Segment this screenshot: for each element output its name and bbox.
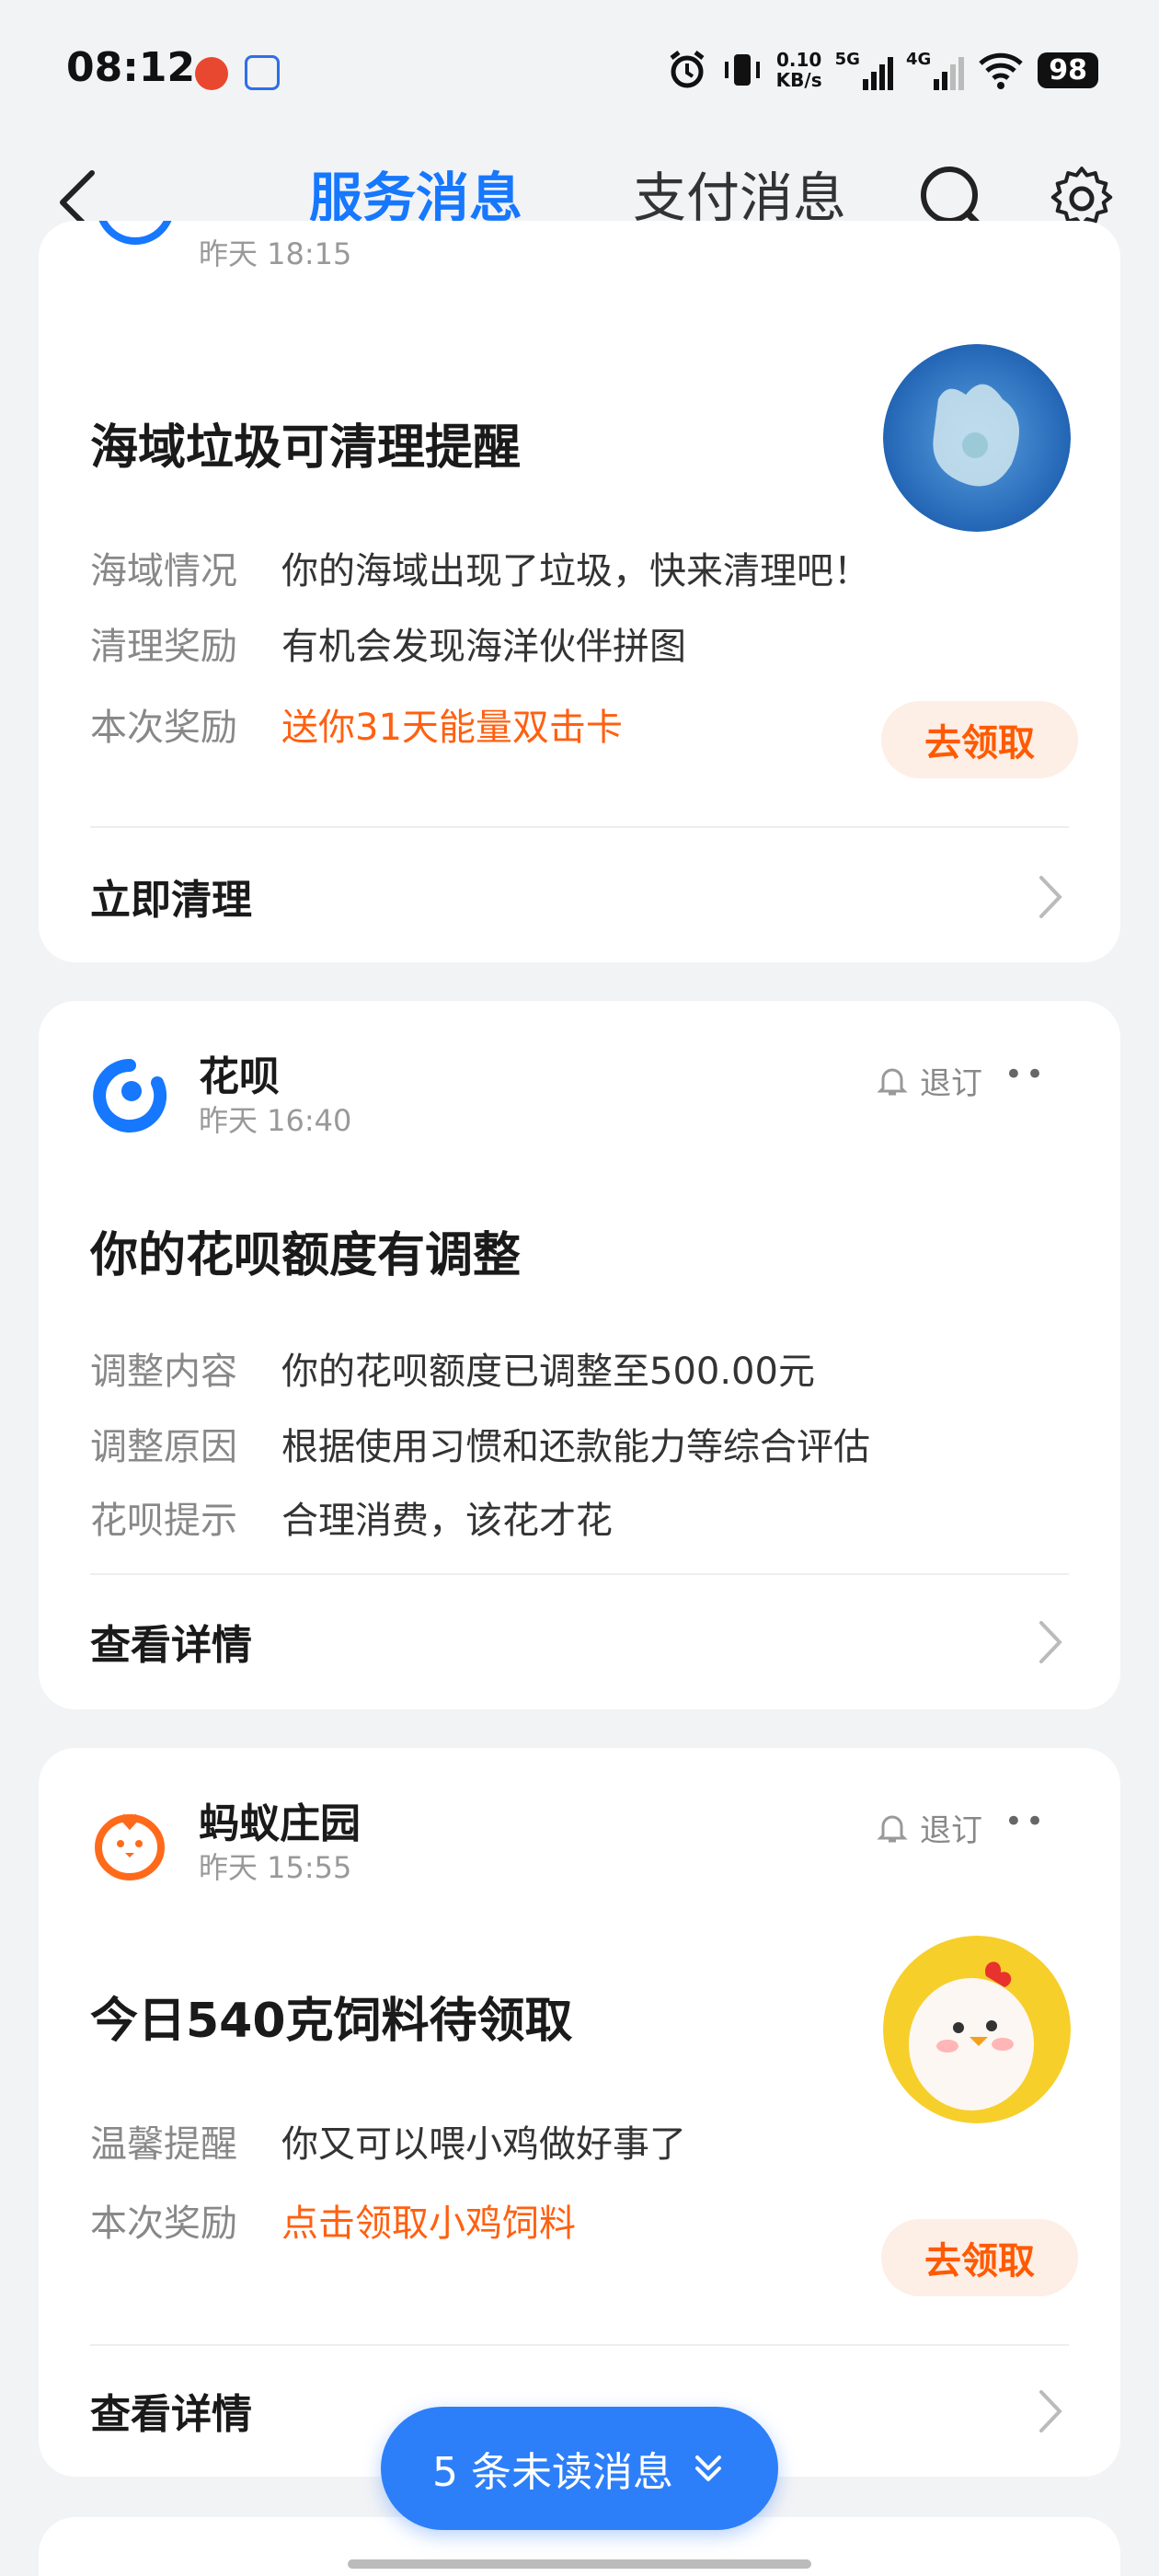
unread-messages-label: 5 条未读消息: [432, 2449, 673, 2496]
net-speed: 0.10 KB/s: [775, 49, 822, 91]
info-row: 本次奖励 点击领取小鸡饲料: [90, 2202, 576, 2245]
chevron-right-icon: [1039, 1621, 1062, 1663]
baidu-notification-icon: [245, 55, 280, 90]
claim-reward-button[interactable]: 去领取: [881, 701, 1078, 778]
view-details-link[interactable]: 查看详情: [90, 1612, 252, 1671]
divider: [90, 2344, 1069, 2346]
battery-level: 98: [1038, 52, 1098, 88]
signal-5g-icon: 5G: [835, 50, 893, 90]
unread-messages-button[interactable]: 5 条未读消息: [381, 2407, 778, 2530]
status-time: 08:12: [66, 44, 196, 91]
card-source-row: 蚂蚁庄园 昨天 15:55: [90, 1800, 361, 1886]
message-title: 你的花呗额度有调整: [90, 1228, 522, 1283]
chick-thumbnail: [883, 1936, 1071, 2123]
message-title: 今日540克饲料待领取: [90, 1994, 573, 2049]
info-row: 调整内容 你的花呗额度已调整至500.00元: [90, 1351, 815, 1393]
chevron-right-icon: [1039, 2390, 1062, 2432]
bell-icon: [877, 1068, 908, 1095]
alarm-icon: [670, 51, 705, 88]
wifi-icon: [979, 52, 1023, 89]
ant-farm-chick-logo-icon: [95, 1813, 165, 1880]
message-time: 昨天 16:40: [199, 1103, 352, 1138]
divider: [90, 1573, 1069, 1575]
unsubscribe-button[interactable]: 退订: [876, 1805, 982, 1850]
unsubscribe-label: 退订: [920, 1812, 982, 1849]
home-indicator[interactable]: [348, 2559, 811, 2569]
bell-icon: [877, 1815, 908, 1842]
status-icons: 0.10 KB/s 5G 4G 98: [666, 44, 1098, 96]
signal-4g-icon: 4G: [906, 50, 965, 90]
status-bar: 08:12 0.10 KB/s 5G 4G 98: [0, 0, 1159, 138]
message-title: 海域垃圾可清理提醒: [90, 420, 522, 476]
clean-now-link[interactable]: 立即清理: [90, 867, 252, 926]
more-options-button[interactable]: ••: [1004, 1056, 1047, 1093]
message-card-ocean-cleanup[interactable]: 昨天 18:15 海域垃圾可清理提醒 海域情况 你的海域出现了垃圾，快来清理吧！ …: [39, 221, 1120, 962]
info-row: 花呗提示 合理消费，该花才花: [90, 1500, 613, 1542]
source-name: 蚂蚁庄园: [199, 1800, 361, 1847]
info-row: 清理奖励 有机会发现海洋伙伴拼图: [90, 626, 686, 668]
card1-logo-clip: [96, 221, 175, 285]
unsubscribe-label: 退订: [920, 1065, 982, 1102]
divider: [90, 826, 1069, 828]
card-source-row: 花呗 昨天 16:40: [90, 1052, 351, 1139]
info-row: 调整原因 根据使用习惯和还款能力等综合评估: [90, 1426, 870, 1468]
message-card-ant-farm[interactable]: 蚂蚁庄园 昨天 15:55 退订 •• 今日540克饲料待领取 温馨提醒 你又可以…: [39, 1748, 1120, 2477]
app-notification-icon: [195, 57, 228, 90]
info-row: 温馨提醒 你又可以喂小鸡做好事了: [90, 2123, 686, 2166]
ocean-trash-thumbnail: [883, 344, 1071, 532]
message-card-huabei[interactable]: 花呗 昨天 16:40 退订 •• 你的花呗额度有调整 调整内容 你的花呗额度已调…: [39, 1001, 1120, 1709]
chevron-right-icon: [1039, 876, 1062, 918]
huabei-logo-icon: [90, 1056, 169, 1135]
vibrate-icon: [724, 54, 760, 86]
source-name: 花呗: [199, 1053, 280, 1100]
message-time: 昨天 15:55: [199, 1850, 352, 1885]
info-row: 本次奖励 送你31天能量双击卡: [90, 707, 623, 749]
view-details-link[interactable]: 查看详情: [90, 2381, 252, 2440]
info-row: 海域情况 你的海域出现了垃圾，快来清理吧！: [90, 550, 870, 592]
message-time: 昨天 18:15: [199, 236, 352, 271]
unsubscribe-button[interactable]: 退订: [876, 1058, 982, 1103]
double-chevron-down-icon: [694, 2455, 721, 2481]
claim-feed-button[interactable]: 去领取: [881, 2219, 1078, 2296]
more-options-button[interactable]: ••: [1004, 1803, 1047, 1840]
